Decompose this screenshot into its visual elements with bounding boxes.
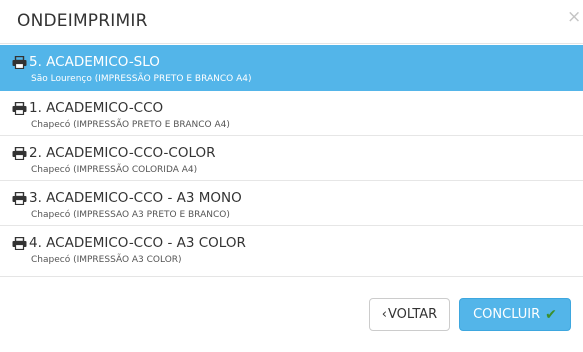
printer-icon <box>12 55 27 69</box>
dialog-footer: ‹ VOLTAR CONCLUIR ✔ <box>0 276 583 352</box>
printer-detail: São Lourenço (IMPRESSÃO PRETO E BRANCO A… <box>31 74 252 84</box>
dialog-title: ONDEIMPRIMIR <box>17 11 148 31</box>
printer-detail: Chapecó (IMPRESSÃO COLORIDA A4) <box>31 165 198 175</box>
printer-item-academico-cco-a3-color[interactable]: 4. ACADEMICO-CCO - A3 COLOR Chapecó (IMP… <box>0 226 583 271</box>
printer-icon <box>12 146 27 160</box>
printer-name: 5. ACADEMICO-SLO <box>29 54 160 70</box>
printer-detail: Chapecó (IMPRESSAO A3 PRETO E BRANCO) <box>31 210 230 220</box>
printer-icon <box>12 191 27 205</box>
printer-item-academico-cco[interactable]: 1. ACADEMICO-CCO Chapecó (IMPRESSÃO PRET… <box>0 91 583 136</box>
conclude-button-label: CONCLUIR <box>473 307 541 322</box>
print-destination-dialog: ONDEIMPRIMIR × 5. ACADEMICO-SLO São Lour… <box>0 0 583 352</box>
back-button[interactable]: ‹ VOLTAR <box>369 298 450 331</box>
dialog-header: ONDEIMPRIMIR × <box>0 0 583 44</box>
check-icon: ✔ <box>545 306 557 323</box>
printer-detail: Chapecó (IMPRESSÃO PRETO E BRANCO A4) <box>31 120 230 130</box>
printer-icon <box>12 101 27 115</box>
printer-detail: Chapecó (IMPRESSÃO A3 COLOR) <box>31 255 182 265</box>
conclude-button[interactable]: CONCLUIR ✔ <box>459 298 571 331</box>
printer-item-academico-slo[interactable]: 5. ACADEMICO-SLO São Lourenço (IMPRESSÃO… <box>0 45 583 91</box>
printer-list: 5. ACADEMICO-SLO São Lourenço (IMPRESSÃO… <box>0 45 583 271</box>
printer-item-academico-cco-color[interactable]: 2. ACADEMICO-CCO-COLOR Chapecó (IMPRESSÃ… <box>0 136 583 181</box>
close-icon[interactable]: × <box>567 9 581 27</box>
printer-name: 1. ACADEMICO-CCO <box>29 100 164 116</box>
printer-name: 2. ACADEMICO-CCO-COLOR <box>29 145 216 161</box>
back-button-label: VOLTAR <box>387 307 438 322</box>
printer-item-academico-cco-a3-mono[interactable]: 3. ACADEMICO-CCO - A3 MONO Chapecó (IMPR… <box>0 181 583 226</box>
printer-icon <box>12 236 27 250</box>
chevron-left-icon: ‹ <box>381 307 387 322</box>
printer-name: 3. ACADEMICO-CCO - A3 MONO <box>29 190 242 206</box>
printer-name: 4. ACADEMICO-CCO - A3 COLOR <box>29 235 246 251</box>
